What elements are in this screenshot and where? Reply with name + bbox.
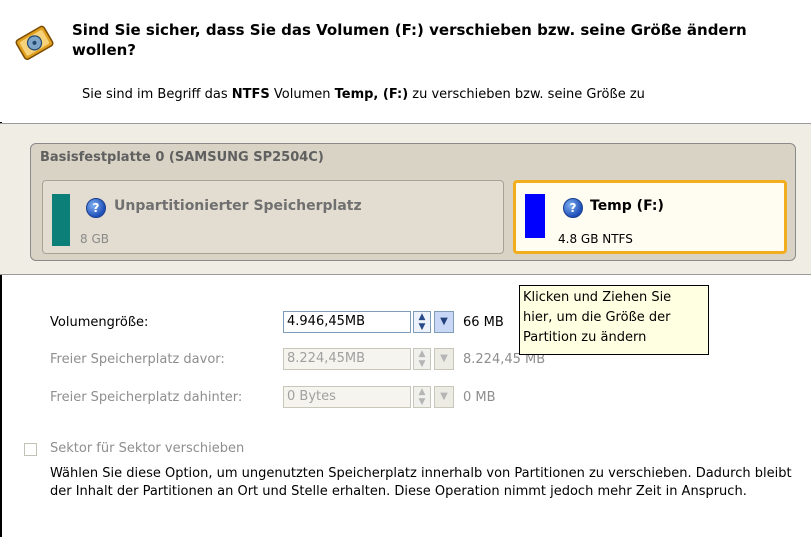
partition-name: Temp (F:): [590, 198, 664, 214]
sector-by-sector-label: Sektor für Sektor verschieben: [50, 441, 245, 456]
partition-unallocated[interactable]: [42, 180, 504, 254]
sector-by-sector-checkbox[interactable]: [24, 443, 37, 456]
help-icon[interactable]: ?: [86, 198, 106, 218]
wizard-subtitle: Sie sind im Begriff das NTFS Volumen Tem…: [82, 87, 645, 102]
free-after-label: Freier Speicherplatz dahinter:: [50, 390, 243, 405]
partition-size: 4.8 GB NTFS: [558, 232, 633, 246]
free-after-input: 0 Bytes: [283, 386, 411, 408]
free-after-unit: 0 MB: [463, 390, 496, 405]
volume-size-spinner[interactable]: ▲ ▼: [413, 311, 431, 333]
partition-color-bar: [52, 194, 70, 246]
resize-tooltip: Klicken und Ziehen Sie hier, um die Größ…: [519, 285, 709, 355]
free-after-spinner: ▲ ▼: [413, 386, 431, 408]
volume-size-unit: 66 MB: [463, 315, 504, 330]
partition-name: Unpartitionierter Speicherplatz: [114, 198, 362, 214]
volume-size-input[interactable]: 4.946,45MB: [283, 311, 411, 333]
partition-color-bar: [525, 194, 545, 238]
partition-temp-selected[interactable]: [513, 180, 787, 254]
wizard-drive-icon: [15, 25, 54, 61]
help-icon[interactable]: ?: [563, 198, 583, 218]
free-before-input: 8.224,45MB: [283, 348, 411, 370]
wizard-title: Sind Sie sicher, dass Sie das Volumen (F…: [72, 21, 747, 59]
volume-size-unit-dropdown[interactable]: ▼: [434, 311, 454, 333]
wizard-header: Sind Sie sicher, dass Sie das Volumen (F…: [0, 0, 811, 122]
free-before-spinner: ▲ ▼: [413, 348, 431, 370]
option-description: Wählen Sie diese Option, um ungenutzten …: [50, 466, 792, 499]
free-after-unit-dropdown: ▼: [434, 386, 454, 408]
free-before-label: Freier Speicherplatz davor:: [50, 352, 225, 367]
partition-size: 8 GB: [80, 232, 109, 246]
disk-title: Basisfestplatte 0 (SAMSUNG SP2504C): [40, 150, 324, 165]
free-before-unit-dropdown: ▼: [434, 348, 454, 370]
volume-size-label: Volumengröße:: [50, 315, 149, 330]
